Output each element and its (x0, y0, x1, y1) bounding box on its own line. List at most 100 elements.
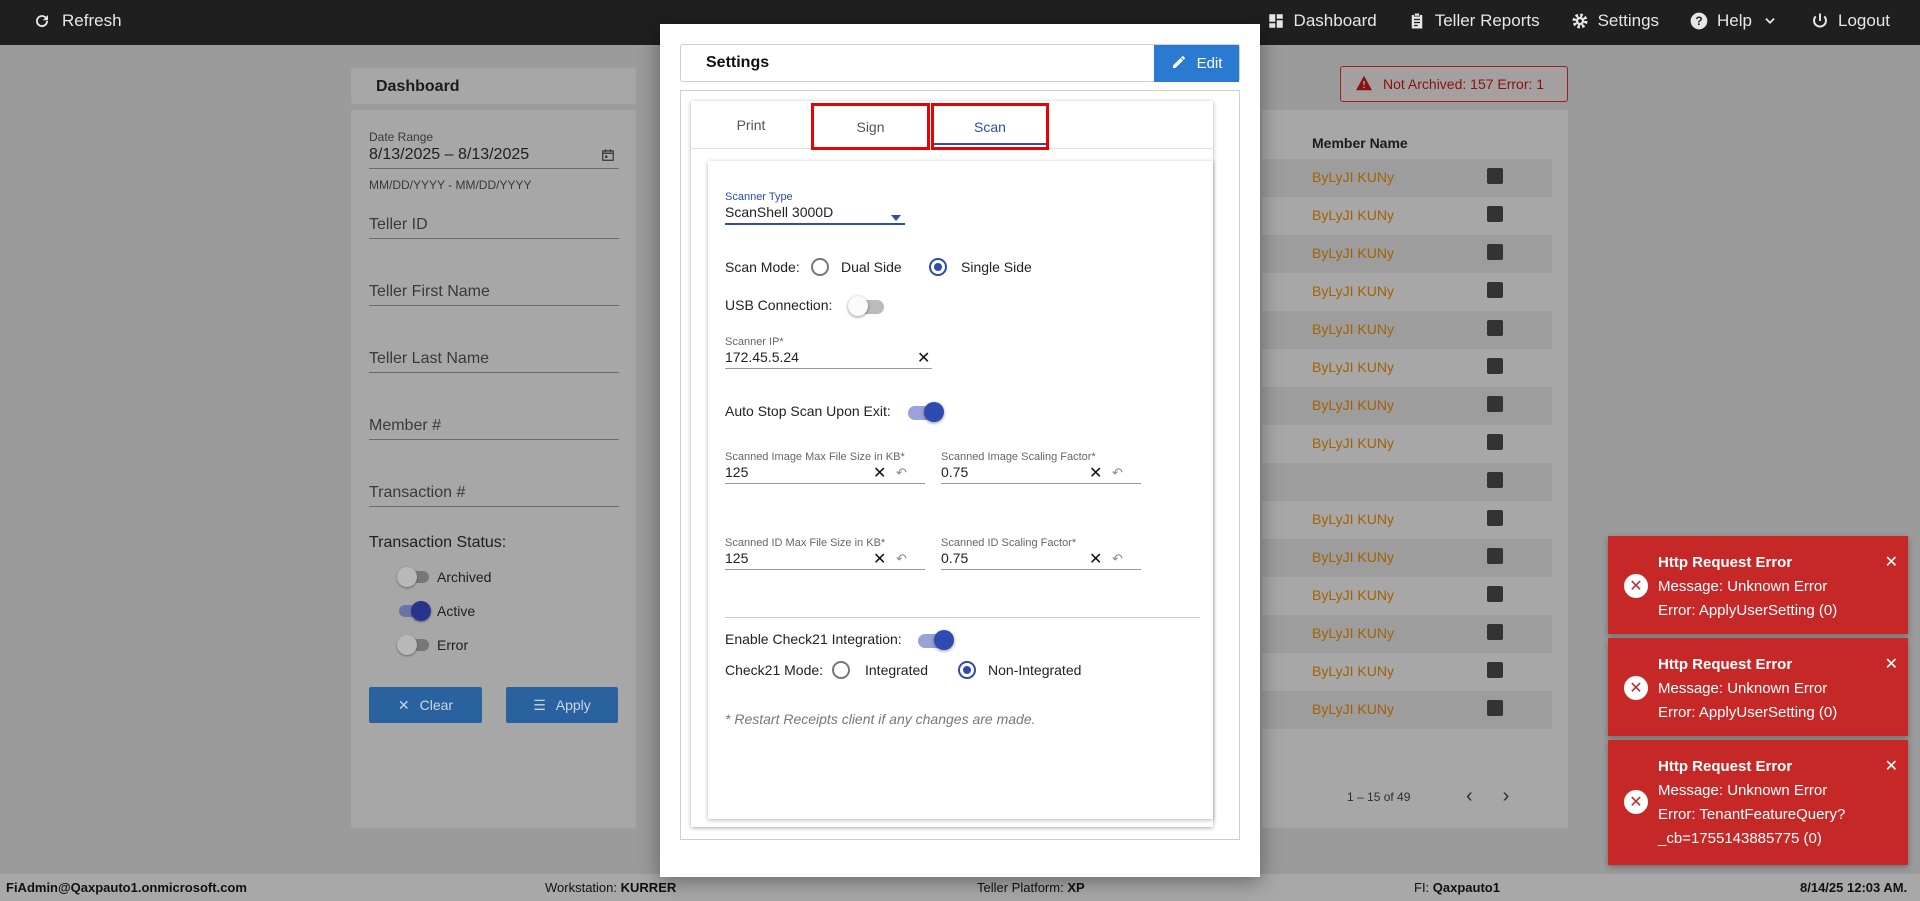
error-switch[interactable] (397, 635, 429, 655)
image-scale-input[interactable]: 0.75 (941, 464, 1141, 484)
table-row[interactable]: ByLyJI KUNy (1262, 425, 1552, 463)
nav-settings-label: Settings (1597, 11, 1660, 30)
toast-message: Message: Unknown Error (1658, 578, 1828, 595)
note-icon[interactable] (1487, 168, 1503, 184)
id-max-size-label: Scanned ID Max File Size in KB* (725, 537, 886, 549)
archived-switch[interactable] (397, 567, 429, 587)
tab-scan[interactable]: Scan (931, 103, 1049, 150)
teller-last-name-field[interactable]: Teller Last Name (369, 350, 619, 373)
nav-help[interactable]: ? Help (1689, 11, 1780, 31)
note-icon[interactable] (1487, 586, 1503, 602)
id-max-size-input[interactable]: 125 (725, 550, 925, 570)
nav-settings[interactable]: Settings (1570, 11, 1659, 31)
table-row[interactable]: ByLyJI KUNy (1262, 653, 1552, 691)
undo-image-max-icon[interactable]: ↶ (896, 465, 907, 481)
note-icon[interactable] (1487, 358, 1503, 374)
nav-teller-reports[interactable]: Teller Reports (1407, 11, 1540, 31)
archive-status-badge[interactable]: Not Archived: 157 Error: 1 (1340, 66, 1568, 102)
id-scale-input[interactable]: 0.75 (941, 550, 1141, 570)
note-icon[interactable] (1487, 244, 1503, 260)
note-icon[interactable] (1487, 320, 1503, 336)
undo-image-scale-icon[interactable]: ↶ (1112, 465, 1123, 481)
status-error-toggle[interactable]: Error (397, 635, 469, 655)
note-icon[interactable] (1487, 434, 1503, 450)
teller-id-field[interactable]: Teller ID (369, 216, 619, 239)
calendar-icon[interactable] (601, 148, 615, 167)
status-archived-toggle[interactable]: Archived (397, 567, 491, 587)
date-range-field[interactable]: 8/13/2025 – 8/13/2025 (369, 146, 619, 169)
toast-message: Message: Unknown Error (1658, 782, 1828, 799)
member-number-field[interactable]: Member # (369, 417, 619, 440)
active-switch[interactable] (399, 601, 431, 621)
table-row[interactable] (1262, 463, 1552, 501)
auto-stop-switch[interactable] (908, 402, 944, 422)
clear-id-scale-icon[interactable]: ✕ (1089, 549, 1102, 569)
scanner-type-select[interactable]: ScanShell 3000D (725, 204, 905, 225)
clear-button[interactable]: ✕ Clear (369, 687, 482, 723)
status-error-label: Error (437, 637, 469, 653)
table-row[interactable]: ByLyJI KUNy (1262, 349, 1552, 387)
note-icon[interactable] (1487, 396, 1503, 412)
tab-print[interactable]: Print (691, 101, 811, 149)
usb-connection-switch[interactable] (848, 296, 884, 316)
nav-dashboard[interactable]: Dashboard (1266, 11, 1377, 31)
clear-image-scale-icon[interactable]: ✕ (1089, 463, 1102, 483)
clear-image-max-icon[interactable]: ✕ (873, 463, 886, 483)
toast-title: Http Request Error (1658, 656, 1793, 673)
integrated-radio[interactable] (832, 661, 850, 679)
table-row[interactable]: ByLyJI KUNy (1262, 691, 1552, 729)
error-toast[interactable]: ✕ Http Request Error Message: Unknown Er… (1608, 740, 1908, 865)
image-scale-value: 0.75 (941, 464, 969, 480)
note-icon[interactable] (1487, 624, 1503, 640)
close-icon[interactable]: ✕ (1885, 756, 1898, 776)
nav-logout[interactable]: Logout (1810, 11, 1890, 31)
table-row[interactable]: ByLyJI KUNy (1262, 159, 1552, 197)
status-active-toggle[interactable]: Active (399, 601, 475, 621)
undo-id-scale-icon[interactable]: ↶ (1112, 551, 1123, 567)
close-icon[interactable]: ✕ (1885, 654, 1898, 674)
gear-icon (1570, 11, 1590, 31)
table-row[interactable]: ByLyJI KUNy (1262, 273, 1552, 311)
scanner-ip-label: Scanner IP* (725, 336, 784, 348)
note-icon[interactable] (1487, 510, 1503, 526)
table-row[interactable]: ByLyJI KUNy (1262, 235, 1552, 273)
refresh-button[interactable]: Refresh (32, 11, 122, 31)
table-row[interactable]: ByLyJI KUNy (1262, 501, 1552, 539)
table-row[interactable]: ByLyJI KUNy (1262, 539, 1552, 577)
error-toast[interactable]: ✕ Http Request Error Message: Unknown Er… (1608, 638, 1908, 736)
single-side-radio[interactable] (929, 258, 947, 276)
transaction-number-field[interactable]: Transaction # (369, 484, 619, 507)
non-integrated-label: Non-Integrated (988, 662, 1082, 678)
check21-switch[interactable] (918, 630, 954, 650)
table-row[interactable]: ByLyJI KUNy (1262, 577, 1552, 615)
tab-sign[interactable]: Sign (811, 103, 930, 150)
teller-first-name-field[interactable]: Teller First Name (369, 283, 619, 306)
clear-id-max-icon[interactable]: ✕ (873, 549, 886, 569)
table-row[interactable]: ByLyJI KUNy (1262, 311, 1552, 349)
note-icon[interactable] (1487, 472, 1503, 488)
note-icon[interactable] (1487, 700, 1503, 716)
note-icon[interactable] (1487, 662, 1503, 678)
table-row[interactable]: ByLyJI KUNy (1262, 615, 1552, 653)
non-integrated-radio[interactable] (958, 661, 976, 679)
nav-help-label: Help (1717, 11, 1752, 30)
error-toast[interactable]: ✕ Http Request Error Message: Unknown Er… (1608, 536, 1908, 634)
note-icon[interactable] (1487, 282, 1503, 298)
table-row[interactable]: ByLyJI KUNy (1262, 197, 1552, 235)
note-icon[interactable] (1487, 548, 1503, 564)
image-max-size-input[interactable]: 125 (725, 464, 925, 484)
undo-id-max-icon[interactable]: ↶ (896, 551, 907, 567)
scanner-ip-input[interactable]: 172.45.5.24 (725, 349, 932, 369)
toast-error: Error: ApplyUserSetting (0) (1658, 704, 1838, 721)
edit-button[interactable]: Edit (1154, 45, 1239, 82)
clear-ip-icon[interactable]: ✕ (917, 348, 930, 368)
table-row[interactable]: ByLyJI KUNy (1262, 387, 1552, 425)
next-page-icon[interactable]: › (1503, 785, 1510, 808)
prev-page-icon[interactable]: ‹ (1466, 785, 1473, 808)
close-icon[interactable]: ✕ (1885, 552, 1898, 572)
status-workstation-label: Workstation: (545, 880, 618, 895)
note-icon[interactable] (1487, 206, 1503, 222)
nav-logout-label: Logout (1838, 11, 1890, 30)
apply-button[interactable]: ☰ Apply (506, 687, 618, 723)
dual-side-radio[interactable] (811, 258, 829, 276)
